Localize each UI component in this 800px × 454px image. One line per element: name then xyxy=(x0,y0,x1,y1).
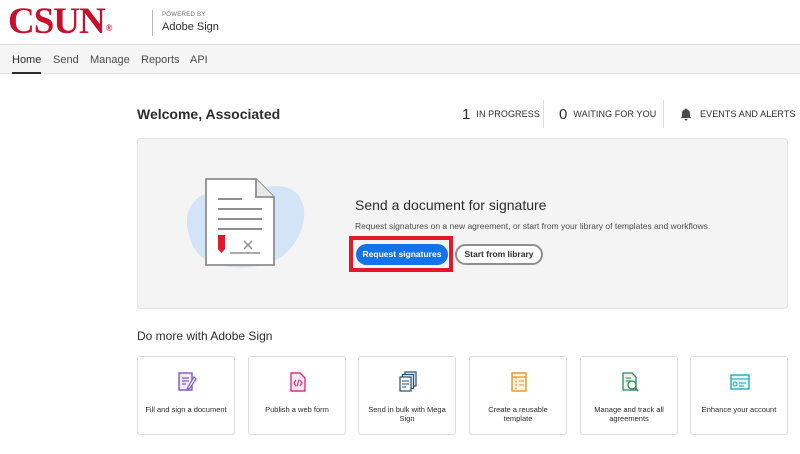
stat-divider xyxy=(543,100,544,128)
waiting-count: 0 xyxy=(559,105,568,123)
card-label: Fill and sign a document xyxy=(145,405,227,414)
nav-reports[interactable]: Reports xyxy=(141,45,180,74)
fill-sign-icon xyxy=(177,371,197,393)
start-from-library-button[interactable]: Start from library xyxy=(455,244,543,265)
do-more-heading: Do more with Adobe Sign xyxy=(137,329,273,343)
card-label: Manage and track all agreements xyxy=(594,405,664,423)
waiting-label: WAITING FOR YOU xyxy=(573,109,657,119)
waiting-stat[interactable]: 0 WAITING FOR YOU xyxy=(559,104,656,124)
nav-send[interactable]: Send xyxy=(53,45,79,74)
powered-by-label: POWERED BY xyxy=(162,12,206,18)
main-nav: Home Send Manage Reports API xyxy=(0,44,800,74)
send-document-description: Request signatures on a new agreement, o… xyxy=(355,221,711,231)
card-label: Create a reusable template xyxy=(488,405,548,423)
enhance-account-card[interactable]: Enhance your account xyxy=(690,356,788,435)
template-card[interactable]: Create a reusable template xyxy=(469,356,567,435)
adobe-sign-brand: Adobe Sign xyxy=(162,21,219,33)
in-progress-label: IN PROGRESS xyxy=(476,109,540,119)
app-header: CSUN® POWERED BY Adobe Sign xyxy=(0,0,800,44)
stat-divider xyxy=(663,100,664,128)
manage-track-icon xyxy=(620,371,640,393)
template-icon xyxy=(509,371,529,393)
csun-logo[interactable]: CSUN® xyxy=(8,2,112,42)
in-progress-count: 1 xyxy=(462,105,471,123)
bell-icon xyxy=(680,108,692,121)
send-document-panel: Send a document for signature Request si… xyxy=(137,138,788,309)
mega-sign-icon xyxy=(398,371,418,393)
card-label: Enhance your account xyxy=(701,405,777,414)
send-document-title: Send a document for signature xyxy=(355,197,547,213)
in-progress-stat[interactable]: 1 IN PROGRESS xyxy=(462,104,540,124)
enhance-account-icon xyxy=(730,371,750,393)
mega-sign-card[interactable]: Send in bulk with Mega Sign xyxy=(358,356,456,435)
welcome-heading: Welcome, Associated xyxy=(137,106,281,122)
events-alerts-label: EVENTS AND ALERTS xyxy=(700,109,796,119)
manage-track-card[interactable]: Manage and track all agreements xyxy=(580,356,678,435)
request-signatures-button[interactable]: Request signatures xyxy=(356,244,448,265)
nav-home[interactable]: Home xyxy=(12,45,42,74)
nav-api[interactable]: API xyxy=(190,45,208,74)
brand-divider xyxy=(152,10,153,36)
card-label: Publish a web form xyxy=(265,405,329,414)
web-form-icon xyxy=(288,371,308,393)
events-alerts-stat[interactable]: EVENTS AND ALERTS xyxy=(680,104,796,124)
fill-sign-card[interactable]: Fill and sign a document xyxy=(137,356,235,435)
nav-manage[interactable]: Manage xyxy=(90,45,130,74)
web-form-card[interactable]: Publish a web form xyxy=(248,356,346,435)
card-label: Send in bulk with Mega Sign xyxy=(368,405,446,423)
document-illustration xyxy=(178,169,308,279)
